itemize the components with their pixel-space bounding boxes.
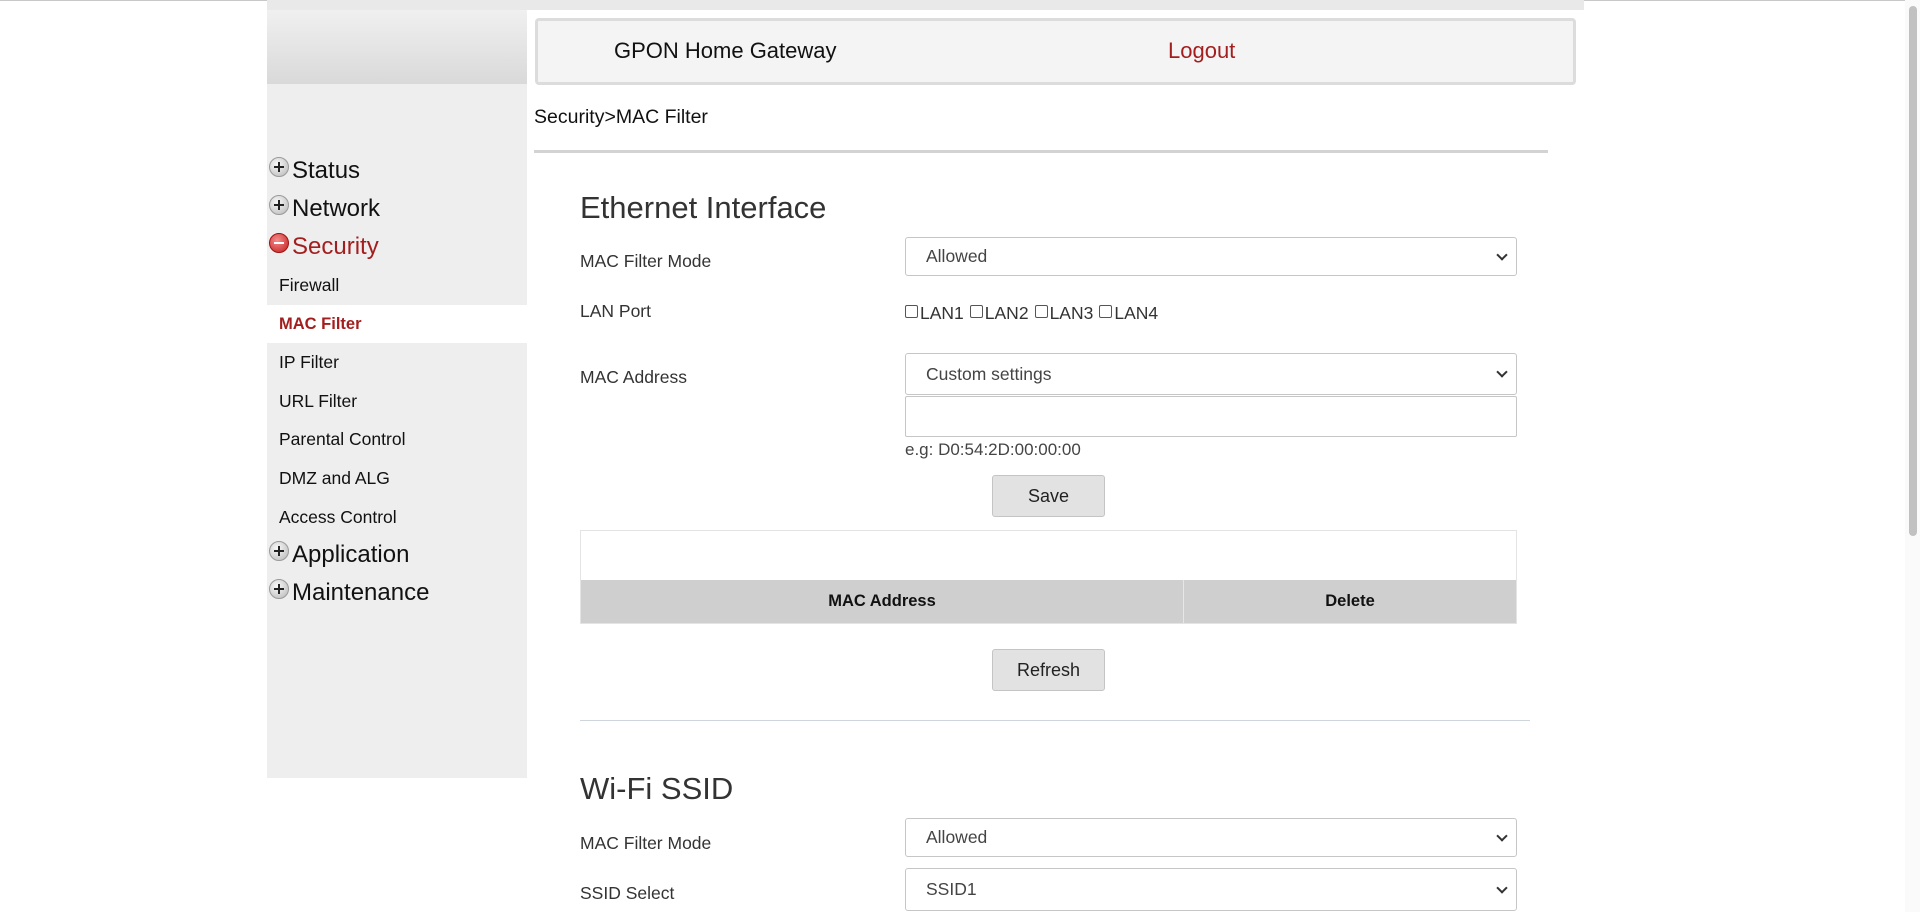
ssid-select[interactable]: SSID1: [905, 868, 1517, 911]
lan-port-name: LAN1: [920, 303, 964, 324]
collapse-minus-icon: [269, 233, 289, 253]
lan-port-option[interactable]: LAN1: [905, 303, 964, 324]
table-header-row: MAC Address Delete: [581, 580, 1516, 623]
mac-address-select[interactable]: Custom settings: [905, 353, 1517, 395]
sidebar-item-ip-filter[interactable]: IP Filter: [267, 343, 527, 382]
header-top-strip: [267, 0, 1584, 10]
breadcrumb: Security>MAC Filter: [534, 106, 708, 129]
menu-group-network[interactable]: Network: [267, 190, 527, 228]
ssid-select-label: SSID Select: [580, 883, 674, 904]
menu-group-label: Status: [292, 157, 360, 185]
sidebar-item-dmz-alg[interactable]: DMZ and ALG: [267, 459, 527, 498]
lan-port-option[interactable]: LAN2: [970, 303, 1029, 324]
wifi-mac-filter-mode-select[interactable]: Allowed: [905, 818, 1517, 857]
chevron-down-icon: [1496, 882, 1507, 893]
expand-plus-icon: [269, 195, 289, 215]
logout-link[interactable]: Logout: [1168, 38, 1235, 64]
menu-group-label: Application: [292, 541, 409, 569]
section-title-ethernet: Ethernet Interface: [580, 190, 826, 226]
sidebar-item-mac-filter[interactable]: MAC Filter: [267, 305, 527, 344]
vertical-scrollbar[interactable]: [1905, 0, 1920, 912]
chevron-down-icon: [1496, 249, 1507, 260]
column-header-mac-address: MAC Address: [581, 580, 1184, 623]
expand-plus-icon: [269, 541, 289, 561]
select-value: Custom settings: [926, 364, 1051, 384]
section-divider: [580, 720, 1530, 721]
checkbox[interactable]: [970, 305, 983, 318]
menu-group-label: Security: [292, 233, 379, 261]
mac-address-label: MAC Address: [580, 367, 687, 388]
lan-port-name: LAN4: [1114, 303, 1158, 324]
section-title-wifi: Wi-Fi SSID: [580, 771, 733, 807]
mac-address-input[interactable]: [905, 396, 1517, 437]
select-value: Allowed: [926, 246, 987, 266]
menu-group-label: Maintenance: [292, 579, 429, 607]
checkbox[interactable]: [1035, 305, 1048, 318]
sidebar: Status Network Security Firewall MAC Fil…: [267, 0, 527, 778]
select-value: Allowed: [926, 827, 987, 847]
mac-filter-mode-label: MAC Filter Mode: [580, 251, 711, 272]
column-header-delete: Delete: [1184, 580, 1516, 623]
menu-group-security[interactable]: Security: [267, 228, 527, 266]
lan-port-checkboxes: LAN1 LAN2 LAN3 LAN4: [905, 303, 1164, 324]
mac-format-hint: e.g: D0:54:2D:00:00:00: [905, 440, 1081, 460]
refresh-button[interactable]: Refresh: [992, 649, 1105, 691]
scrollbar-thumb[interactable]: [1909, 6, 1917, 536]
sidebar-item-firewall[interactable]: Firewall: [267, 266, 527, 305]
expand-plus-icon: [269, 157, 289, 177]
app-title: GPON Home Gateway: [614, 38, 837, 64]
sidebar-menu: Status Network Security Firewall MAC Fil…: [267, 152, 527, 612]
chevron-down-icon: [1496, 830, 1507, 841]
lan-port-name: LAN3: [1050, 303, 1094, 324]
menu-group-maintenance[interactable]: Maintenance: [267, 574, 527, 612]
checkbox[interactable]: [1099, 305, 1112, 318]
save-button[interactable]: Save: [992, 475, 1105, 517]
sidebar-item-url-filter[interactable]: URL Filter: [267, 382, 527, 421]
lan-port-option[interactable]: LAN3: [1035, 303, 1094, 324]
expand-plus-icon: [269, 579, 289, 599]
menu-group-status[interactable]: Status: [267, 152, 527, 190]
menu-group-application[interactable]: Application: [267, 536, 527, 574]
sidebar-item-access-control[interactable]: Access Control: [267, 498, 527, 537]
header-bar: GPON Home Gateway Logout: [535, 18, 1576, 85]
chevron-down-icon: [1496, 366, 1507, 377]
breadcrumb-divider: [534, 150, 1548, 153]
lan-port-option[interactable]: LAN4: [1099, 303, 1158, 324]
mac-filter-mode-select[interactable]: Allowed: [905, 237, 1517, 276]
menu-group-label: Network: [292, 195, 380, 223]
wifi-mac-filter-mode-label: MAC Filter Mode: [580, 833, 711, 854]
checkbox[interactable]: [905, 305, 918, 318]
select-value: SSID1: [926, 879, 977, 899]
lan-port-name: LAN2: [985, 303, 1029, 324]
lan-port-label: LAN Port: [580, 301, 651, 322]
mac-address-table: MAC Address Delete: [580, 530, 1517, 624]
sidebar-item-parental-control[interactable]: Parental Control: [267, 420, 527, 459]
sidebar-logo-area: [267, 0, 527, 84]
